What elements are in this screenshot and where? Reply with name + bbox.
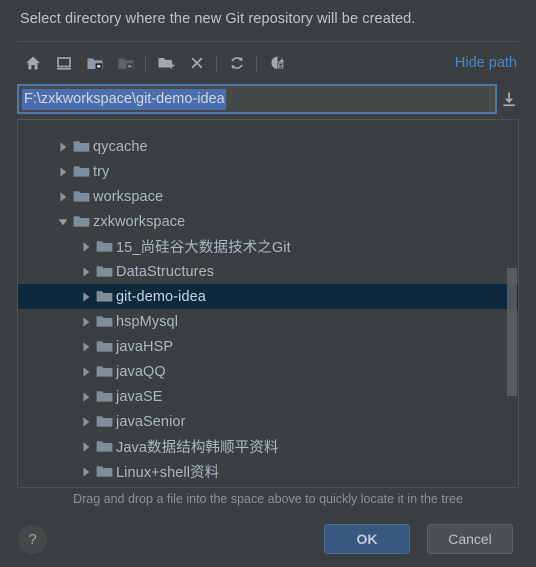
tree-row[interactable]: javaSenior xyxy=(18,409,518,434)
chevron-right-icon[interactable] xyxy=(54,134,71,159)
help-button[interactable]: ? xyxy=(18,525,47,554)
tree-row[interactable]: qycache xyxy=(18,134,518,159)
tree-row-label: 15_尚硅谷大数据技术之Git xyxy=(116,240,291,256)
tree-row[interactable]: zxkworkspace xyxy=(18,209,518,234)
module-folder-icon-button[interactable] xyxy=(110,49,141,77)
import-path-button[interactable] xyxy=(499,84,519,114)
tree-row-label: Java数据结构韩顺平资料 xyxy=(116,440,279,456)
project-folder-icon xyxy=(87,58,102,70)
page-title: Select directory where the new Git repos… xyxy=(20,11,416,27)
tree-row-label: try xyxy=(93,163,110,180)
project-folder-icon-button[interactable] xyxy=(79,49,110,77)
tree-row[interactable]: git-demo-idea xyxy=(18,284,518,309)
folder-icon xyxy=(71,209,91,234)
tree-row-label: Linux+shell资料 xyxy=(116,465,220,481)
chevron-right-icon[interactable] xyxy=(54,159,71,184)
cancel-button[interactable]: Cancel xyxy=(427,524,513,554)
folder-icon xyxy=(94,359,114,384)
hide-path-link[interactable]: Hide path xyxy=(455,55,519,71)
module-folder-icon xyxy=(118,58,133,70)
tree-row[interactable]: DataStructures xyxy=(18,259,518,284)
chevron-right-icon[interactable] xyxy=(77,334,94,359)
chevron-right-icon[interactable] xyxy=(77,384,94,409)
toolbar-separator-2 xyxy=(216,54,217,72)
close-icon xyxy=(191,57,202,69)
show-hidden-icon-button[interactable] xyxy=(261,49,292,77)
folder-icon xyxy=(94,434,114,459)
chevron-right-icon[interactable] xyxy=(77,259,94,284)
folder-icon xyxy=(94,309,114,334)
path-row: F:\zxkworkspace\git-demo-idea xyxy=(17,84,519,114)
folder-icon xyxy=(94,384,114,409)
tree-row[interactable]: 15_尚硅谷大数据技术之Git xyxy=(18,234,518,259)
chevron-right-icon[interactable] xyxy=(77,284,94,309)
chevron-right-icon[interactable] xyxy=(77,459,94,484)
tree-row-label: javaHSP xyxy=(116,338,174,355)
chevron-right-icon[interactable] xyxy=(77,309,94,334)
tree-row[interactable]: hspMysql xyxy=(18,309,518,334)
folder-icon xyxy=(71,159,91,184)
home-icon-button[interactable] xyxy=(17,49,48,77)
tree-row-label: zxkworkspace xyxy=(93,213,186,230)
tree-row-label: javaSenior xyxy=(116,413,186,430)
download-arrow-icon xyxy=(503,92,515,107)
path-input[interactable]: F:\zxkworkspace\git-demo-idea xyxy=(17,84,498,114)
chevron-down-icon[interactable] xyxy=(54,209,71,234)
drag-drop-hint: Drag and drop a file into the space abov… xyxy=(73,492,463,506)
folder-icon xyxy=(94,334,114,359)
delete-icon-button[interactable] xyxy=(181,49,212,77)
folder-icon xyxy=(94,409,114,434)
toolbar-separator-1 xyxy=(145,54,146,72)
tree-row[interactable]: javaHSP xyxy=(18,334,518,359)
title-divider xyxy=(17,41,519,42)
vertical-scrollbar[interactable] xyxy=(507,121,517,487)
new-folder-icon-button[interactable] xyxy=(150,49,181,77)
ok-button[interactable]: OK xyxy=(324,524,410,554)
desktop-icon-button[interactable] xyxy=(48,49,79,77)
tree-row[interactable]: Linux+shell资料 xyxy=(18,459,518,484)
tree-row-label: qycache xyxy=(93,138,148,155)
show-hidden-files-icon xyxy=(270,56,284,70)
new-folder-icon xyxy=(158,58,174,69)
tree-row[interactable]: try xyxy=(18,159,518,184)
vertical-scrollbar-thumb[interactable] xyxy=(507,268,517,396)
tree-row[interactable]: javaQQ xyxy=(18,359,518,384)
toolbar: Hide path xyxy=(17,48,519,78)
path-input-value: F:\zxkworkspace\git-demo-idea xyxy=(22,88,226,110)
tree-row-label: workspace xyxy=(93,188,164,205)
tree-row[interactable]: workspace xyxy=(18,184,518,209)
tree-row-label: DataStructures xyxy=(116,263,215,280)
folder-icon xyxy=(94,459,114,484)
chevron-right-icon[interactable] xyxy=(77,409,94,434)
tree-row-label: git-demo-idea xyxy=(116,288,206,305)
home-icon xyxy=(25,56,40,70)
tree-row-label: javaQQ xyxy=(116,363,166,380)
desktop-icon xyxy=(56,57,71,70)
folder-icon xyxy=(94,234,114,259)
toolbar-separator-3 xyxy=(256,54,257,72)
chevron-right-icon[interactable] xyxy=(77,234,94,259)
directory-tree-panel[interactable]: qycache try workspace zxkworkspace 15_尚硅谷大数据… xyxy=(17,119,519,488)
folder-icon xyxy=(71,134,91,159)
directory-tree: qycache try workspace zxkworkspace 15_尚硅谷大数据… xyxy=(18,120,518,484)
folder-icon xyxy=(94,259,114,284)
tree-row-label: javaSE xyxy=(116,388,163,405)
chevron-right-icon[interactable] xyxy=(77,434,94,459)
folder-icon xyxy=(94,284,114,309)
folder-icon xyxy=(71,184,91,209)
refresh-icon-button[interactable] xyxy=(221,49,252,77)
tree-row[interactable]: Java数据结构韩顺平资料 xyxy=(18,434,518,459)
tree-row[interactable]: javaSE xyxy=(18,384,518,409)
chevron-right-icon[interactable] xyxy=(54,184,71,209)
refresh-icon xyxy=(230,57,243,69)
chevron-right-icon[interactable] xyxy=(77,359,94,384)
tree-row-label: hspMysql xyxy=(116,313,179,330)
